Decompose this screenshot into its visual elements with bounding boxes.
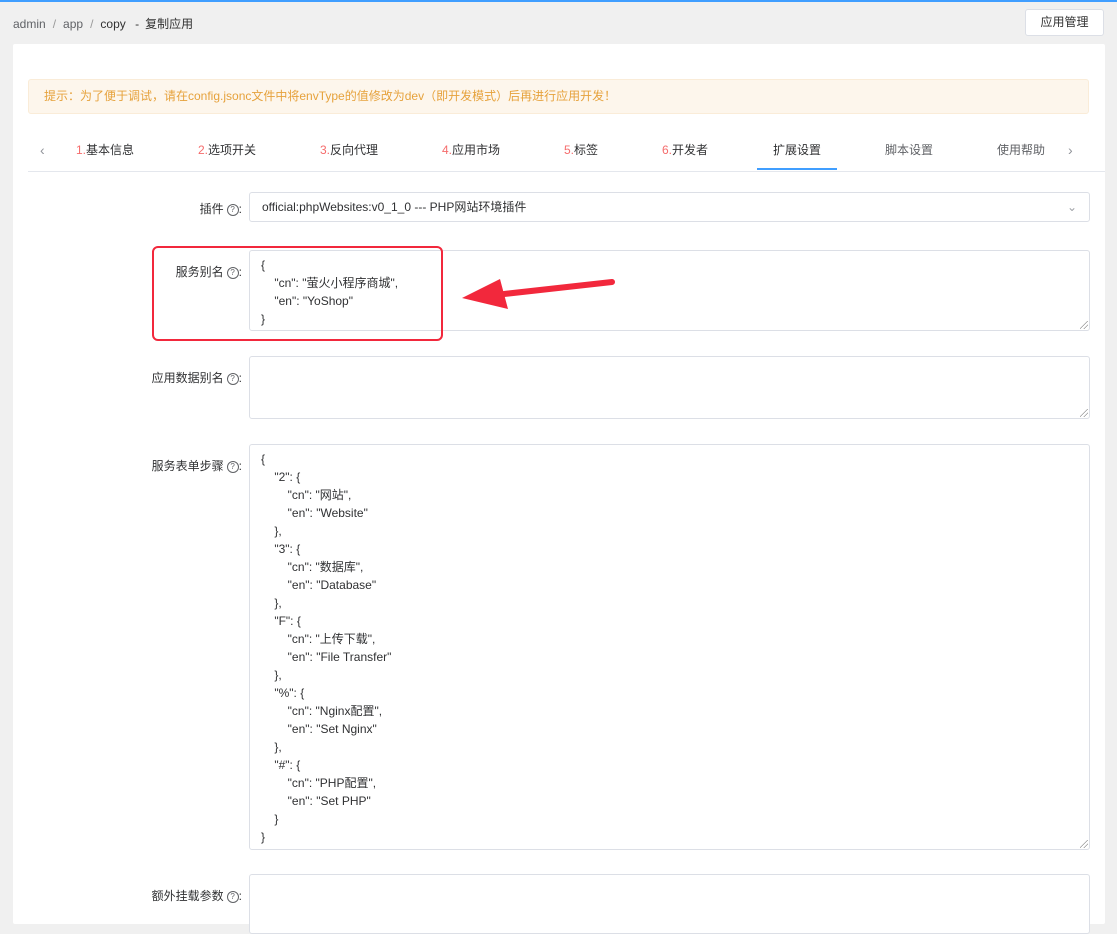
form-steps-textarea[interactable]: { "2": { "cn": "网站", "en": "Website" }, … xyxy=(249,444,1090,850)
tab-label: 基本信息 xyxy=(86,143,135,157)
breadcrumb-dash: - xyxy=(135,17,140,31)
breadcrumb: admin / app / copy - 复制应用 xyxy=(13,15,193,32)
tab-number: 2. xyxy=(198,143,209,157)
tab-number: 4. xyxy=(442,143,453,157)
tab-tags[interactable]: 5.标签 xyxy=(564,134,598,170)
breadcrumb-separator: / xyxy=(90,17,94,31)
help-icon[interactable]: ? xyxy=(226,891,239,903)
data-alias-label-text: 应用数据别名 xyxy=(151,371,224,385)
tab-label: 应用市场 xyxy=(452,143,501,157)
tab-developer[interactable]: 6.开发者 xyxy=(662,134,708,170)
help-icon[interactable]: ? xyxy=(226,204,239,216)
help-icon[interactable]: ? xyxy=(226,461,239,473)
page-title: 复制应用 xyxy=(145,17,194,31)
resize-handle-icon[interactable] xyxy=(1080,321,1088,329)
tab-number: 3. xyxy=(320,143,331,157)
top-accent-line xyxy=(0,0,1117,2)
breadcrumb-separator: / xyxy=(52,17,57,31)
form-steps-value: { "2": { "cn": "网站", "en": "Website" }, … xyxy=(261,452,392,844)
tab-number: 5. xyxy=(564,143,575,157)
breadcrumb-admin[interactable]: admin xyxy=(13,17,46,31)
form-steps-label: 服务表单步骤?: xyxy=(151,459,242,473)
resize-handle-icon[interactable] xyxy=(1080,840,1088,848)
breadcrumb-copy: copy xyxy=(100,17,126,31)
tab-label: 标签 xyxy=(574,143,599,157)
tab-script-settings[interactable]: 脚本设置 xyxy=(885,134,933,170)
tab-label: 反向代理 xyxy=(330,143,379,157)
plugin-label: 插件?: xyxy=(199,202,242,216)
annotation-arrow-icon xyxy=(462,279,615,309)
tab-option-switches[interactable]: 2.选项开关 xyxy=(198,134,256,170)
tab-bar: ‹ 1.基本信息 2.选项开关 3.反向代理 4.应用市场 5.标签 6.开发者… xyxy=(28,134,1105,172)
tab-reverse-proxy[interactable]: 3.反向代理 xyxy=(320,134,378,170)
resize-handle-icon[interactable] xyxy=(1080,409,1088,417)
extra-mount-label-text: 额外挂载参数 xyxy=(151,889,224,903)
data-alias-label: 应用数据别名?: xyxy=(151,371,242,385)
tab-prev-icon[interactable]: ‹ xyxy=(40,134,45,167)
tab-usage-help[interactable]: 使用帮助 xyxy=(997,134,1045,170)
help-icon[interactable]: ? xyxy=(226,373,239,385)
data-alias-textarea[interactable] xyxy=(249,356,1090,419)
tab-label: 选项开关 xyxy=(208,143,257,157)
extra-mount-label: 额外挂载参数?: xyxy=(151,889,242,903)
dev-mode-alert: 提示：为了便于调试，请在config.jsonc文件中将envType的值修改为… xyxy=(28,79,1089,114)
tab-basic-info[interactable]: 1.基本信息 xyxy=(76,134,134,170)
tab-next-icon[interactable]: › xyxy=(1068,134,1073,167)
extra-mount-textarea[interactable] xyxy=(249,874,1090,934)
plugin-select[interactable]: official:phpWebsites:v0_1_0 --- PHP网站环境插… xyxy=(249,192,1090,222)
annotation-highlight-box xyxy=(152,246,443,341)
plugin-select-value: official:phpWebsites:v0_1_0 --- PHP网站环境插… xyxy=(262,200,527,214)
main-panel: 提示：为了便于调试，请在config.jsonc文件中将envType的值修改为… xyxy=(13,44,1105,934)
active-tab-indicator xyxy=(757,168,837,170)
tab-number: 6. xyxy=(662,143,673,157)
form-steps-label-text: 服务表单步骤 xyxy=(151,459,224,473)
app-manage-button[interactable]: 应用管理 xyxy=(1025,9,1104,36)
breadcrumb-app[interactable]: app xyxy=(63,17,83,31)
tab-extension-settings[interactable]: 扩展设置 xyxy=(773,134,821,170)
tab-label: 开发者 xyxy=(672,143,709,157)
plugin-label-text: 插件 xyxy=(199,202,224,216)
chevron-down-icon: ⌄ xyxy=(1066,200,1077,214)
tab-number: 1. xyxy=(76,143,87,157)
tab-app-market[interactable]: 4.应用市场 xyxy=(442,134,500,170)
